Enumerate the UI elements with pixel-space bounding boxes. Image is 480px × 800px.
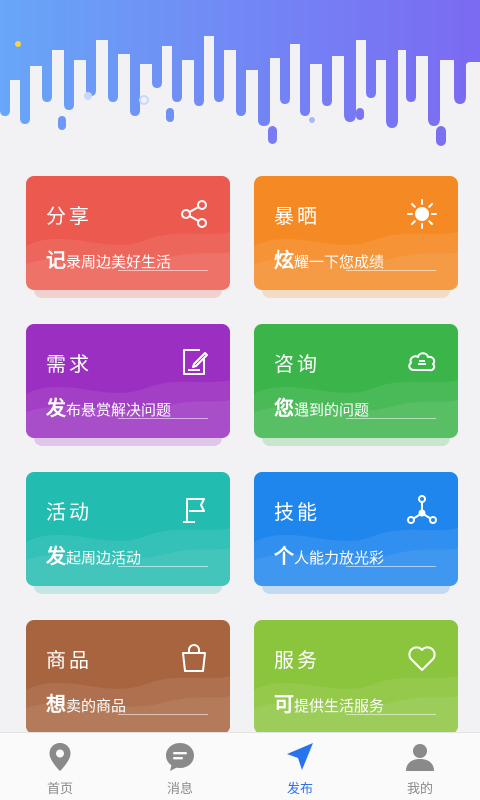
nav-label: 发布 [286,782,313,797]
tile-title: 技能 [274,500,320,524]
tile-underline [346,714,436,715]
flag-icon [178,494,210,526]
tile-underline [118,270,208,271]
tile-subtitle-rest: 录周边美好生活 [66,253,172,271]
tile-subtitle-first-char: 记 [46,248,66,272]
tile-title: 活动 [46,500,92,524]
tile-subtitle-rest: 人能力放光彩 [294,549,385,567]
tile-goods-wrap: 商品 想卖的商品 [26,620,230,742]
tile-share[interactable]: 分享 记录周边美好生活 [26,176,230,290]
tile-subtitle-first-char: 炫 [274,248,294,272]
sun-icon [406,198,438,230]
user-icon [403,740,437,774]
tile-subtitle-rest: 起周边活动 [66,549,142,567]
nav-messages[interactable]: 消息 [120,733,240,800]
tile-skill-wrap: 技能 个人能力放光彩 [254,472,458,594]
tile-title: 商品 [46,648,92,672]
tile-underline [118,566,208,567]
tile-subtitle-first-char: 发 [46,396,66,420]
tile-subtitle: 发布悬赏解决问题 [46,392,171,421]
tile-subtitle-first-char: 发 [46,544,66,568]
tile-skill[interactable]: 技能 个人能力放光彩 [254,472,458,586]
network-icon [406,494,438,526]
share-icon [178,198,210,230]
header-drip-art [0,0,480,146]
heart-icon [406,642,438,674]
tile-subtitle-rest: 卖的商品 [66,697,127,715]
tile-title: 咨询 [274,352,320,376]
tile-service[interactable]: 服务 可提供生活服务 [254,620,458,734]
tile-underline [118,418,208,419]
bottom-nav: 首页 消息 发布 我的 [0,732,480,800]
chat-cloud-icon [406,346,438,378]
tile-subtitle-rest: 遇到的问题 [294,401,370,419]
nav-home[interactable]: 首页 [0,733,120,800]
tile-underline [346,566,436,567]
tile-share-wrap: 分享 记录周边美好生活 [26,176,230,298]
tile-subtitle-rest: 耀一下您成绩 [294,253,385,271]
tile-subtitle: 您遇到的问题 [274,392,369,421]
tile-goods[interactable]: 商品 想卖的商品 [26,620,230,734]
tile-activity[interactable]: 活动 发起周边活动 [26,472,230,586]
tile-demand-wrap: 需求 发布悬赏解决问题 [26,324,230,446]
tile-consult[interactable]: 咨询 您遇到的问题 [254,324,458,438]
nav-publish[interactable]: 发布 [240,733,360,800]
tile-title: 需求 [46,352,92,376]
tile-title: 暴晒 [274,204,320,228]
category-grid: 分享 记录周边美好生活 暴晒 炫耀一下您成绩 需求 发布悬赏解决问题 咨询 您遇… [26,176,458,742]
tile-subtitle-first-char: 您 [274,396,294,420]
tile-subtitle-rest: 提供生活服务 [294,697,385,715]
nav-label: 我的 [406,782,433,797]
tile-activity-wrap: 活动 发起周边活动 [26,472,230,594]
tile-showoff[interactable]: 暴晒 炫耀一下您成绩 [254,176,458,290]
tile-subtitle: 记录周边美好生活 [46,244,171,273]
tile-subtitle-first-char: 个 [274,544,294,568]
tile-subtitle: 可提供生活服务 [274,688,384,717]
tile-subtitle: 想卖的商品 [46,688,126,717]
nav-label: 首页 [46,782,73,797]
nav-profile[interactable]: 我的 [360,733,480,800]
tile-demand[interactable]: 需求 发布悬赏解决问题 [26,324,230,438]
nav-label: 消息 [166,782,193,797]
tile-underline [346,418,436,419]
tile-title: 服务 [274,648,320,672]
tile-subtitle: 发起周边活动 [46,540,141,569]
tile-subtitle: 炫耀一下您成绩 [274,244,384,273]
send-icon [283,740,317,774]
edit-icon [178,346,210,378]
tile-underline [118,714,208,715]
tile-subtitle: 个人能力放光彩 [274,540,384,569]
shopping-bag-icon [178,642,210,674]
tile-consult-wrap: 咨询 您遇到的问题 [254,324,458,446]
location-pin-icon [43,740,77,774]
tile-showoff-wrap: 暴晒 炫耀一下您成绩 [254,176,458,298]
tile-subtitle-rest: 布悬赏解决问题 [66,401,172,419]
tile-subtitle-first-char: 可 [274,692,294,716]
header-banner [0,0,480,160]
tile-subtitle-first-char: 想 [46,692,66,716]
message-icon [163,740,197,774]
tile-service-wrap: 服务 可提供生活服务 [254,620,458,742]
tile-title: 分享 [46,204,92,228]
tile-underline [346,270,436,271]
